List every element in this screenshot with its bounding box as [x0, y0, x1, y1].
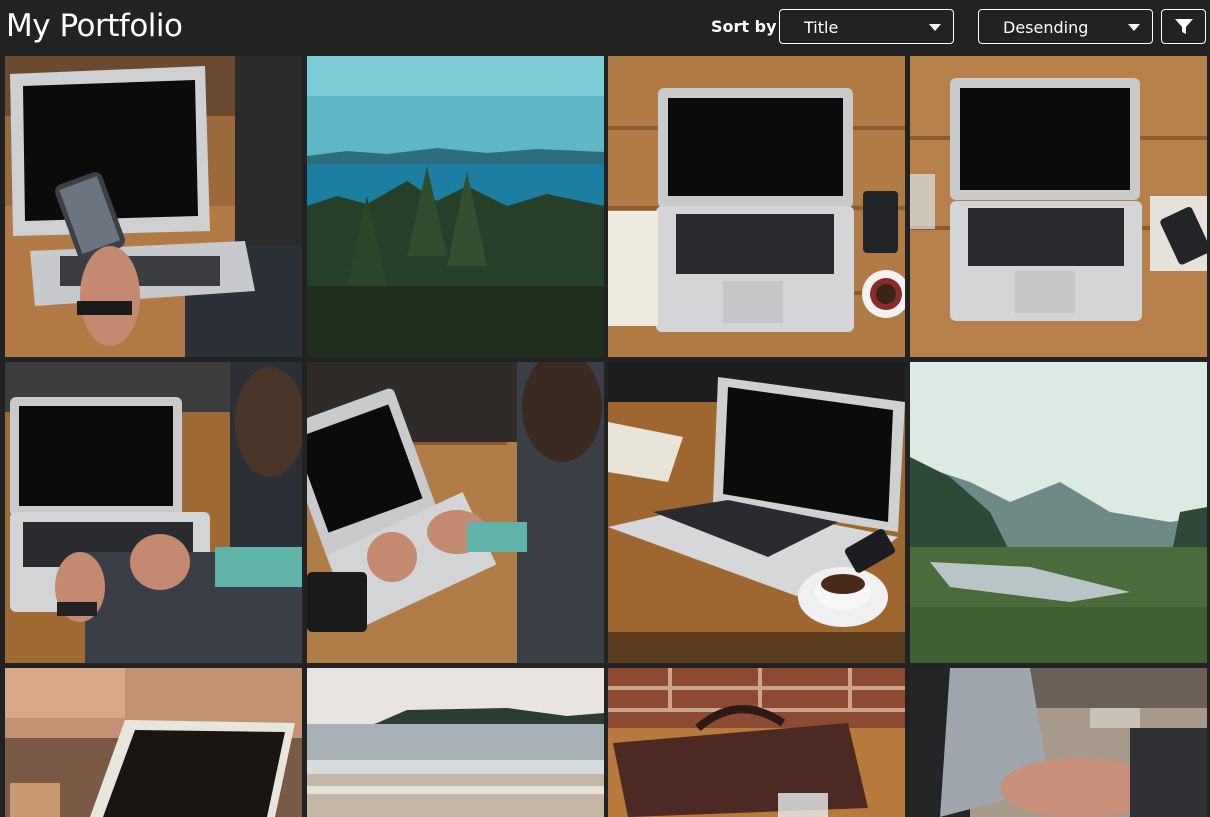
sort-by-label: Sort by [711, 17, 777, 36]
filter-icon [1175, 19, 1193, 34]
gallery-item[interactable] [307, 668, 604, 817]
gallery-item[interactable] [5, 668, 302, 817]
gallery-item[interactable] [307, 362, 604, 663]
gallery-item[interactable] [910, 56, 1207, 357]
gallery-item[interactable] [5, 362, 302, 663]
filter-button[interactable] [1161, 9, 1206, 44]
gallery-item[interactable] [608, 56, 905, 357]
gallery-item[interactable] [608, 362, 905, 663]
gallery-item[interactable] [910, 668, 1207, 817]
page-title: My Portfolio [6, 8, 183, 44]
gallery-item[interactable] [910, 362, 1207, 663]
top-bar: My Portfolio Sort by Title Desending [0, 0, 1210, 54]
gallery-item[interactable] [5, 56, 302, 357]
sort-field-select[interactable]: Title [779, 9, 954, 44]
gallery-item[interactable] [608, 668, 905, 817]
chevron-down-icon [929, 24, 941, 31]
chevron-down-icon [1128, 24, 1140, 31]
sort-order-value: Desending [1003, 18, 1089, 37]
sort-order-select[interactable]: Desending [978, 9, 1153, 44]
photo-grid [5, 56, 1207, 817]
gallery-item[interactable] [307, 56, 604, 357]
sort-field-value: Title [804, 18, 839, 37]
